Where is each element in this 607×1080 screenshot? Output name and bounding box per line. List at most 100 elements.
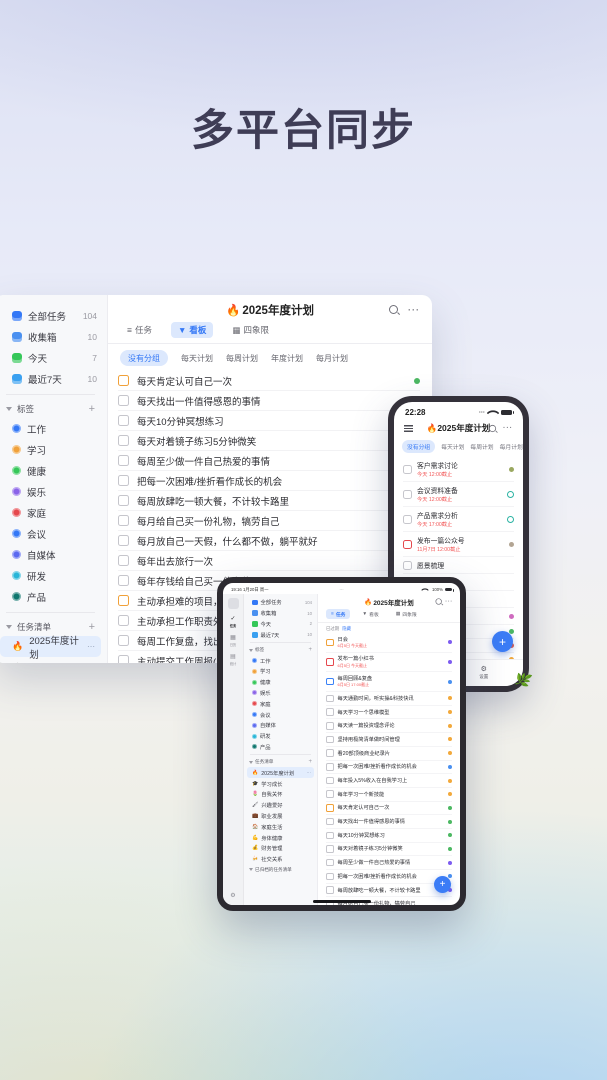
task-row[interactable]: 坚持用极简清单做时间管理 (326, 733, 452, 747)
task-checkbox[interactable] (326, 736, 334, 744)
rail-item-统计[interactable]: ▤统计 (230, 654, 236, 666)
view-tab-任务[interactable]: ≡任务 (120, 322, 159, 338)
view-tab-四象限[interactable]: ▦四象限 (391, 609, 422, 619)
task-row[interactable]: 每月给自己买一份礼物，犒劳自己 (118, 511, 420, 531)
filter-pill-每月计划[interactable]: 每月计划 (316, 353, 348, 364)
task-checkbox[interactable] (326, 722, 334, 730)
task-row[interactable]: 把每一次困难/挫折看作成长的机会 (326, 761, 452, 775)
task-checkbox[interactable] (326, 658, 334, 666)
task-row[interactable]: 发布一篇公众号11月7日 12:00截止 (403, 532, 514, 557)
sidebar-item-最近7天[interactable]: 最近7天10 (244, 629, 317, 640)
task-checkbox[interactable] (403, 465, 412, 474)
view-tab-看板[interactable]: ▼看板 (171, 322, 213, 338)
task-checkbox[interactable] (326, 763, 334, 771)
task-row[interactable]: 每周至少做一件自己热爱的事情 (326, 856, 452, 870)
task-checkbox[interactable] (118, 635, 129, 646)
filter-pill-没有分组[interactable]: 没有分组 (120, 350, 168, 366)
filter-pill-每月计划[interactable]: 每月计划 (500, 442, 523, 451)
list-item-学习成长[interactable]: 🎓学习成长 (247, 778, 314, 789)
task-checkbox[interactable] (118, 415, 129, 426)
sidebar-item-收集箱[interactable]: 收集箱10 (244, 608, 317, 619)
task-checkbox[interactable] (118, 555, 129, 566)
task-checkbox[interactable] (118, 655, 129, 663)
task-checkbox[interactable] (118, 535, 129, 546)
tag-item-产品[interactable]: 产品 (0, 586, 107, 607)
more-icon[interactable]: ··· (445, 598, 453, 604)
task-row[interactable]: 愿景梳理 (403, 557, 514, 574)
task-checkbox[interactable] (326, 818, 334, 826)
tag-item-健康[interactable]: 健康 (244, 677, 317, 688)
tag-item-研发[interactable]: 研发 (244, 731, 317, 742)
tag-item-家庭[interactable]: 家庭 (0, 502, 107, 523)
task-checkbox[interactable] (403, 540, 412, 549)
list-item-社交关系[interactable]: 🍻社交关系 (247, 854, 314, 865)
tag-item-工作[interactable]: 工作 (0, 418, 107, 439)
more-icon[interactable]: ··· (408, 305, 420, 315)
tag-item-自媒体[interactable]: 自媒体 (0, 544, 107, 565)
sidebar-item-今天[interactable]: 今天7 (0, 347, 107, 368)
task-row[interactable]: 每天10分钟冥想练习 (326, 829, 452, 843)
tag-item-娱乐[interactable]: 娱乐 (244, 688, 317, 699)
rail-item-日历[interactable]: ▦日历 (230, 635, 236, 647)
task-row[interactable]: 每天学习一个思维模型 (326, 706, 452, 720)
task-row[interactable]: 每天对着镜子练习5分钟微笑 (326, 843, 452, 857)
task-row[interactable]: 每天肯定认可自己一次 (326, 802, 452, 816)
task-checkbox[interactable] (118, 595, 129, 606)
task-checkbox[interactable] (118, 475, 129, 486)
task-row[interactable]: 每年投入5%收入在自我学习上 (326, 774, 452, 788)
toolbar-item-设置[interactable]: ⚙设置 (479, 666, 488, 680)
task-row[interactable]: 每天通勤时间，听实操&科技快讯 (326, 692, 452, 706)
task-row[interactable]: 每天10分钟冥想练习 (118, 411, 420, 431)
tag-item-家庭[interactable]: 家庭 (244, 698, 317, 709)
task-checkbox[interactable] (326, 678, 334, 686)
add-task-fab[interactable]: + (434, 876, 451, 893)
task-checkbox[interactable] (326, 777, 334, 785)
tag-item-娱乐[interactable]: 娱乐 (0, 481, 107, 502)
tag-item-会议[interactable]: 会议 (244, 709, 317, 720)
add-tag-button[interactable]: + (89, 403, 95, 415)
add-tag-button[interactable]: + (308, 647, 312, 653)
task-checkbox[interactable] (326, 859, 334, 867)
task-row[interactable]: 看20部顶级商业纪录片 (326, 747, 452, 761)
task-checkbox[interactable] (118, 375, 129, 386)
task-checkbox[interactable] (403, 515, 412, 524)
search-icon[interactable] (436, 598, 442, 604)
rail-item-任务[interactable]: ✓任务 (230, 616, 236, 628)
gear-icon[interactable]: ⚙ (230, 892, 235, 899)
task-row[interactable]: 日会6月5日 今天截止 (326, 633, 452, 653)
task-checkbox[interactable] (326, 708, 334, 716)
sidebar-item-最近7天[interactable]: 最近7天10 (0, 368, 107, 389)
desktop-tags-header[interactable]: 标签 + (0, 400, 107, 418)
sidebar-item-全部任务[interactable]: 全部任务104 (0, 305, 107, 326)
tablet-tags-header[interactable]: 标签 + (244, 645, 317, 655)
add-list-button[interactable]: + (89, 621, 95, 633)
task-checkbox[interactable] (118, 495, 129, 506)
task-checkbox[interactable] (326, 804, 334, 812)
tag-item-健康[interactable]: 健康 (0, 460, 107, 481)
task-checkbox[interactable] (118, 575, 129, 586)
tag-item-学习[interactable]: 学习 (244, 666, 317, 677)
list-item-2025年度计划[interactable]: 🔥2025年度计划⋯ (247, 767, 314, 778)
list-item-兴趣爱好[interactable]: 🖌兴趣爱好 (247, 800, 314, 811)
task-checkbox[interactable] (403, 490, 412, 499)
add-task-fab[interactable]: + (492, 631, 513, 652)
task-checkbox[interactable] (118, 395, 129, 406)
list-item-身体健康[interactable]: 💪身体健康 (247, 832, 314, 843)
task-checkbox[interactable] (118, 435, 129, 446)
task-row[interactable]: 客户需求讨论今天 12:00截止 (403, 457, 514, 482)
task-row[interactable]: 每天找出一件值得感恩的事情 (118, 391, 420, 411)
filter-pill-每天计划[interactable]: 每天计划 (181, 353, 213, 364)
filter-pill-没有分组[interactable]: 没有分组 (402, 440, 435, 453)
list-item-自我关怀[interactable]: 🌷自我关怀 (247, 789, 314, 800)
task-row[interactable]: 每天读一篇投资理念评论 (326, 719, 452, 733)
task-checkbox[interactable] (118, 615, 129, 626)
tag-item-研发[interactable]: 研发 (0, 565, 107, 586)
avatar[interactable] (228, 598, 239, 609)
more-icon[interactable]: ⋯ (87, 642, 95, 651)
search-icon[interactable] (389, 305, 398, 314)
task-row[interactable]: 把每一次困难/挫折看作成长的机会 (118, 471, 420, 491)
task-row[interactable]: 每年出去旅行一次 (118, 551, 420, 571)
task-row[interactable]: 发布一篇小红书6月5日 今天截止 (326, 653, 452, 673)
task-row[interactable]: 产品需求分析今天 17:00截止 (403, 507, 514, 532)
task-checkbox[interactable] (118, 515, 129, 526)
